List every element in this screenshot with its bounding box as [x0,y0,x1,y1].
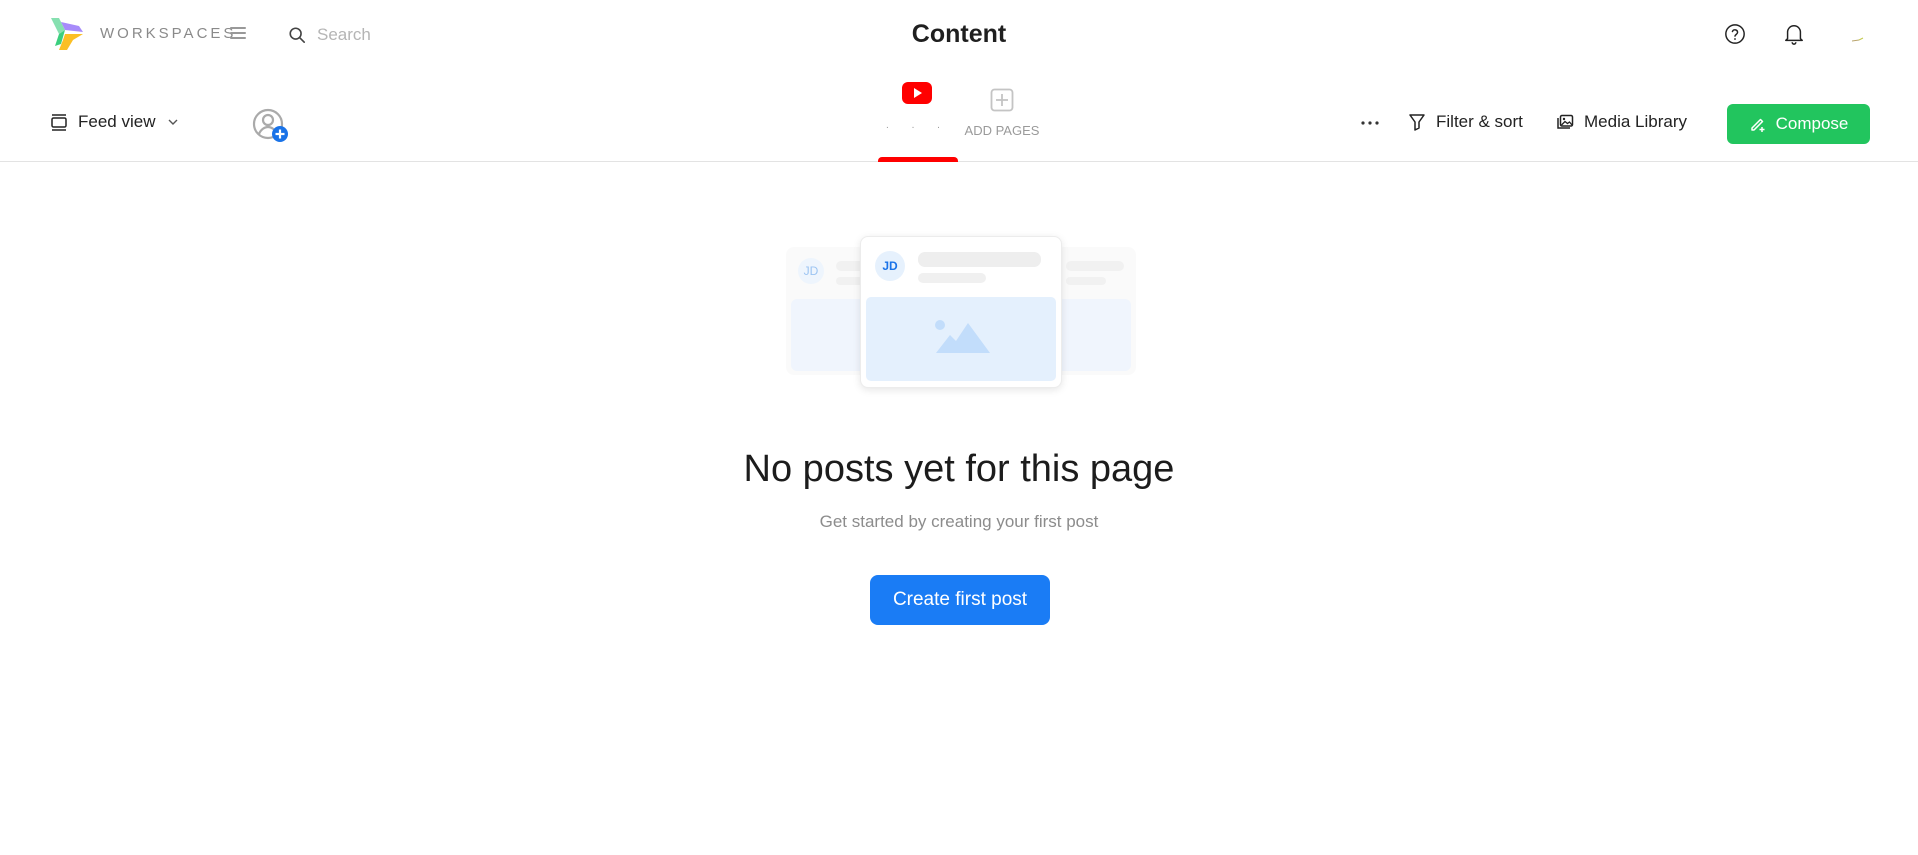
user-avatar[interactable] [1852,36,1864,42]
chevron-down-icon [168,119,178,125]
filter-icon [1409,114,1425,131]
youtube-icon [902,82,932,104]
avatar-initials: JD [875,251,905,281]
feed-view-dropdown[interactable]: Feed view [50,112,179,132]
hamburger-menu-icon[interactable] [230,24,246,42]
brand-name: WORKSPACES [100,25,237,42]
empty-state-illustration: JD JD [786,236,1136,391]
compose-button[interactable]: Compose [1727,104,1870,144]
feed-view-icon [51,114,67,131]
workspaces-logo-icon[interactable] [49,16,85,52]
feed-view-label: Feed view [78,112,156,131]
content-toolbar: Feed view . . . ADD PAGES Filter & sort … [0,70,1918,162]
title-placeholder [918,252,1041,267]
active-tab-indicator [878,157,958,162]
top-bar: WORKSPACES Content [0,0,1918,70]
search-box[interactable] [288,22,588,48]
search-input[interactable] [317,25,557,45]
compose-pencil-icon [1750,118,1765,132]
empty-state-title: No posts yet for this page [743,448,1175,490]
search-icon [289,27,306,44]
image-placeholder [866,297,1056,381]
tab-add-pages[interactable]: ADD PAGES [960,88,1044,138]
create-first-post-button[interactable]: Create first post [870,575,1050,625]
add-user-button[interactable] [252,108,290,144]
compose-label: Compose [1775,114,1849,133]
media-library-icon [1557,114,1574,129]
filter-sort-label: Filter & sort [1436,112,1523,131]
subtitle-placeholder [918,273,986,283]
image-placeholder-icon [935,320,990,353]
more-options-icon[interactable] [1360,120,1380,126]
media-library-button[interactable]: Media Library [1556,112,1687,132]
tab-youtube-page[interactable]: . . . [878,82,958,162]
tab-youtube-label: . . . [886,120,950,131]
filter-sort-button[interactable]: Filter & sort [1408,112,1523,132]
notifications-bell-icon[interactable] [1783,22,1805,46]
empty-state-subtitle: Get started by creating your first post [819,512,1099,531]
media-library-label: Media Library [1584,112,1687,131]
page-title: Content [911,20,1007,48]
post-preview-card: JD [860,236,1062,388]
avatar-initials-faded: JD [798,258,824,284]
plus-square-icon [990,88,1014,112]
add-pages-label: ADD PAGES [964,123,1040,138]
help-icon[interactable] [1724,23,1746,45]
